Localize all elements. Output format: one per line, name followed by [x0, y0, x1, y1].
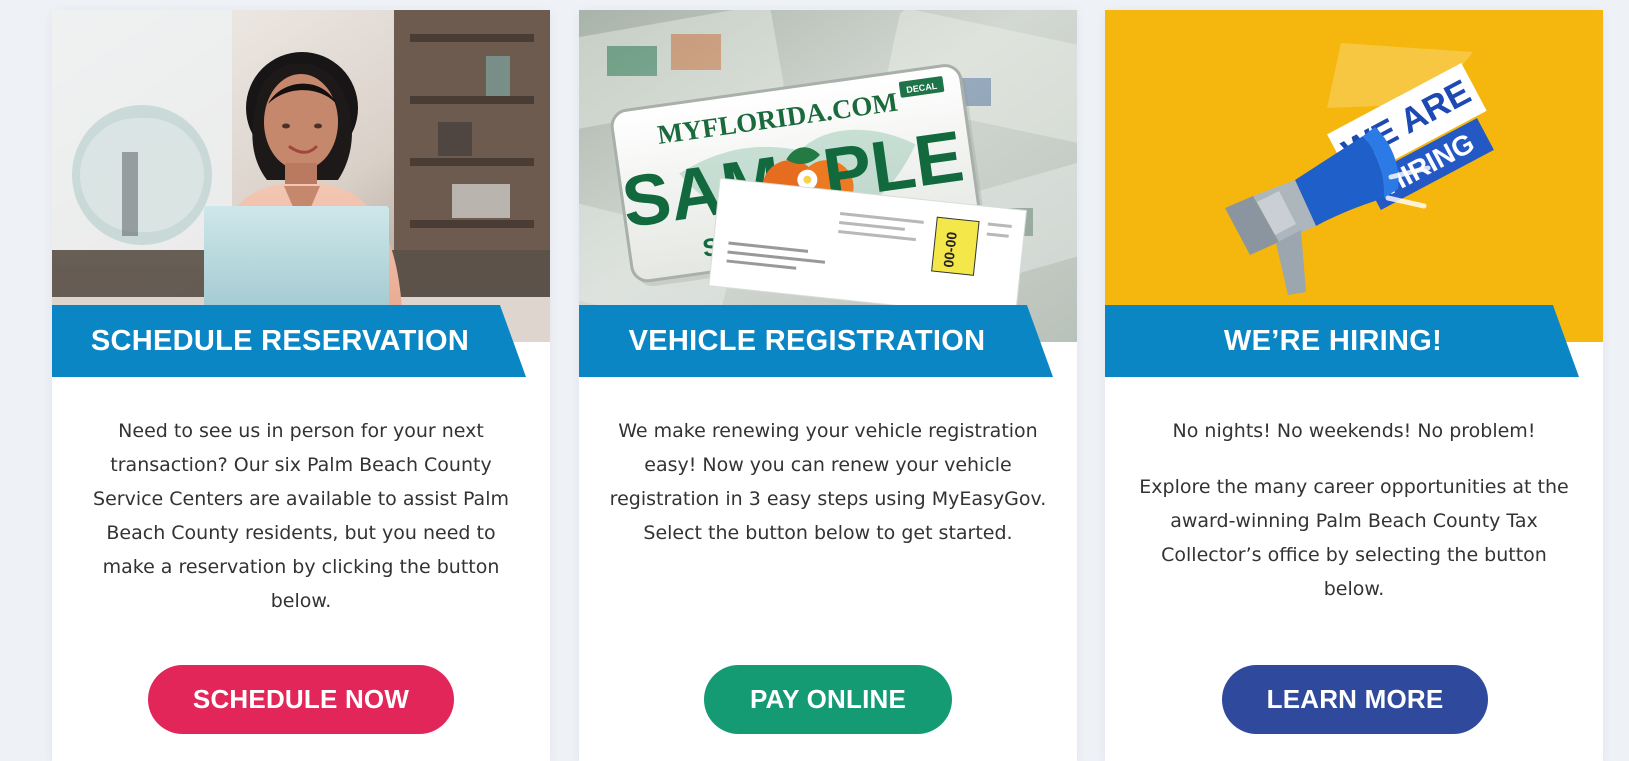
hiring-card: WE ARE HIRING WE’RE HIRING! No nights! N…: [1105, 10, 1603, 761]
schedule-reservation-text: Need to see us in person for your next t…: [93, 420, 509, 612]
service-cards: SCHEDULE RESERVATION Need to see us in p…: [52, 10, 1605, 761]
hiring-banner: WE’RE HIRING!: [1105, 305, 1579, 377]
schedule-reservation-description: Need to see us in person for your next t…: [78, 414, 524, 618]
vehicle-registration-image: MYFLORIDA.COM DECAL SAM PLE SUNSHINE STA…: [579, 10, 1077, 342]
hiring-text: Explore the many career opportunities at…: [1139, 476, 1569, 600]
hiring-description: No nights! No weekends! No problem! Expl…: [1131, 414, 1577, 606]
sample-license-plate-image: MYFLORIDA.COM DECAL SAM PLE SUNSHINE STA…: [579, 10, 1077, 342]
learn-more-button[interactable]: LEARN MORE: [1222, 665, 1488, 734]
vehicle-registration-description: We make renewing your vehicle registrati…: [605, 414, 1051, 550]
hiring-tagline: No nights! No weekends! No problem!: [1172, 420, 1536, 442]
schedule-reservation-title: SCHEDULE RESERVATION: [90, 324, 470, 357]
pay-online-button[interactable]: PAY ONLINE: [704, 665, 952, 734]
person-at-laptop-photo: [52, 10, 550, 342]
hiring-title: WE’RE HIRING!: [1223, 324, 1443, 357]
vehicle-registration-card: MYFLORIDA.COM DECAL SAM PLE SUNSHINE STA…: [579, 10, 1077, 761]
hiring-image: WE ARE HIRING: [1105, 10, 1603, 342]
megaphone-icon: WE ARE HIRING: [1105, 10, 1603, 342]
schedule-reservation-banner: SCHEDULE RESERVATION: [52, 305, 526, 377]
schedule-reservation-photo: [52, 10, 550, 342]
vehicle-registration-text: We make renewing your vehicle registrati…: [609, 420, 1047, 544]
schedule-now-button[interactable]: SCHEDULE NOW: [148, 665, 454, 734]
vehicle-registration-title: VEHICLE REGISTRATION: [628, 324, 986, 357]
vehicle-registration-banner: VEHICLE REGISTRATION: [579, 305, 1053, 377]
schedule-reservation-card: SCHEDULE RESERVATION Need to see us in p…: [52, 10, 550, 761]
